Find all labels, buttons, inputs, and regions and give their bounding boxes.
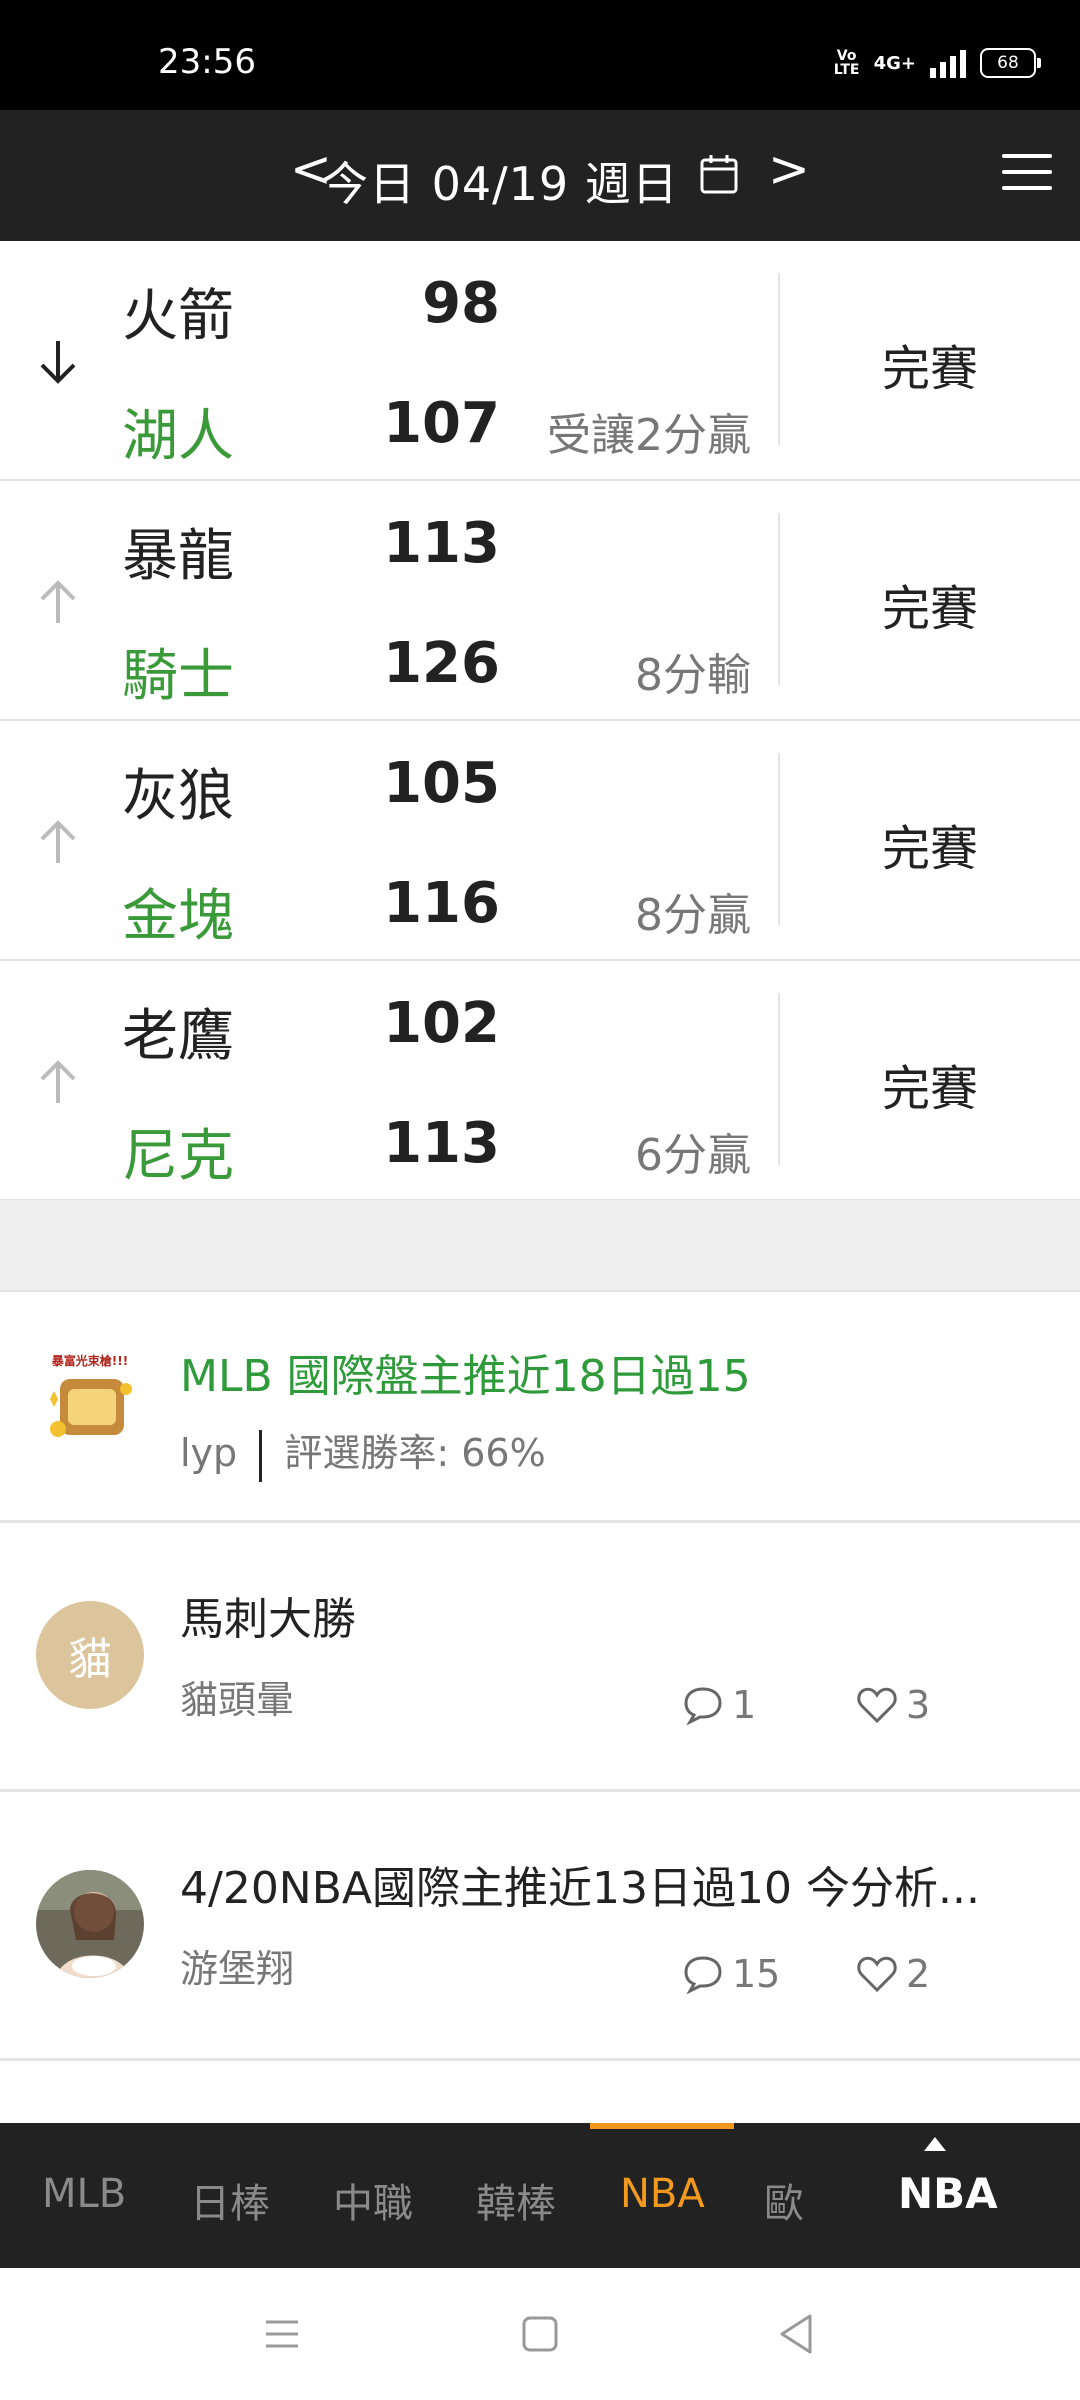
post-title[interactable]: 4/20NBA國際主推近13日過10 今分析... [180,1852,980,1916]
game-status: 完賽 [881,581,978,637]
network-type: 4G+ [873,52,916,74]
post-author: lyp [180,1431,238,1475]
bet-result: 受讓2分贏 [547,410,751,461]
avatar: 暴富光束槍!!! [40,1352,140,1452]
tab-euro[interactable]: 歐 [764,2171,804,2229]
home-score: 107 [383,391,500,456]
game-status: 完賽 [881,821,978,877]
sport-tab-bar: MLB 日棒 中職 韓棒 NBA 歐 NBA [0,2123,1080,2268]
bet-result: 8分贏 [635,890,751,941]
status-icons: Vo LTE 4G+ 68 [833,48,1041,78]
bet-result: 6分贏 [635,1130,751,1181]
next-day-button[interactable]: > [768,140,810,198]
status-time: 23:56 [158,42,256,82]
trend-arrow-up-icon [40,580,76,623]
active-tab-indicator [590,2123,734,2129]
section-gap [0,1200,1080,1292]
volte-indicator: Vo LTE [833,48,860,78]
like-count-value: 3 [906,1683,931,1727]
home-team: 尼克 [122,1124,234,1189]
away-score: 102 [383,991,500,1056]
home-team: 湖人 [122,404,234,469]
like-count-value: 2 [906,1952,931,1996]
comment-count[interactable]: 1 [682,1683,756,1727]
back-nav-icon[interactable] [776,2312,816,2356]
status-bar: 23:56 Vo LTE 4G+ 68 [0,0,1080,110]
heart-icon [857,1687,897,1724]
tab-npb[interactable]: 日棒 [190,2171,270,2229]
heart-icon [857,1956,897,1993]
game-row[interactable]: 灰狼 105 金塊 116 8分贏 完賽 [0,721,1080,962]
comment-count-value: 15 [732,1952,781,1996]
calendar-icon[interactable] [700,154,738,194]
game-status: 完賽 [881,341,978,397]
tab-mlb[interactable]: MLB [42,2171,126,2217]
post-item[interactable]: 貓 馬刺大勝 貓頭暈 1 3 [0,1523,1080,1792]
away-score: 98 [422,271,500,336]
post-item[interactable]: 暴富光束槍!!! MLB 國際盤主推近18日過15 lyp 評選勝率: 66% [0,1292,1080,1523]
menu-nav-icon[interactable] [262,2314,302,2354]
post-author-line: lyp 評選勝率: 66% [180,1422,546,1482]
home-team: 騎士 [122,644,234,709]
win-rate: 評選勝率: 66% [284,1431,546,1475]
post-title[interactable]: MLB 國際盤主推近18日過15 [180,1340,751,1404]
post-author: 游堡翔 [180,1947,295,1991]
tab-nba[interactable]: NBA [620,2171,705,2217]
date-label[interactable]: 今日 04/19 週日 [322,148,679,214]
comment-count-value: 1 [732,1683,757,1727]
away-score: 113 [383,511,500,576]
away-team: 火箭 [122,284,234,349]
away-team: 暴龍 [122,524,234,589]
signal-icon [930,48,966,78]
battery-icon: 68 [980,48,1041,78]
bet-result: 8分輸 [635,650,751,701]
home-score: 126 [383,631,500,696]
away-score: 105 [383,751,500,816]
post-title[interactable]: 馬刺大勝 [180,1583,356,1647]
trend-arrow-up-icon [40,820,76,863]
like-count[interactable]: 2 [856,1952,930,1996]
game-row[interactable]: 暴龍 113 騎士 126 8分輸 完賽 [0,481,1080,722]
home-score: 113 [383,1111,500,1176]
tab-cpbl[interactable]: 中職 [333,2171,413,2229]
avatar [36,1870,144,1978]
comment-icon [684,1956,722,1994]
trend-arrow-up-icon [40,1060,76,1103]
post-author: 貓頭暈 [180,1678,295,1722]
post-item[interactable]: 4/20NBA國際主推近13日過10 今分析... 游堡翔 15 2 [0,1792,1080,2061]
tab-kbo[interactable]: 韓棒 [476,2171,556,2229]
game-status: 完賽 [881,1061,978,1117]
comment-count[interactable]: 15 [682,1952,780,1996]
game-row[interactable]: 老鷹 102 尼克 113 6分贏 完賽 [0,961,1080,1202]
avatar-caption: 暴富光束槍!!! [51,1354,129,1368]
away-team: 灰狼 [122,764,234,829]
hamburger-menu-icon[interactable] [1002,154,1052,194]
user-photo [36,1870,144,1978]
sport-selector-button[interactable]: NBA [898,2169,998,2218]
caret-up-icon [924,2137,946,2151]
away-team: 老鷹 [122,1004,234,1069]
home-score: 116 [383,871,500,936]
battery-level: 68 [997,53,1019,73]
avatar: 貓 [36,1601,144,1709]
home-nav-icon[interactable] [520,2314,560,2354]
like-count[interactable]: 3 [856,1683,930,1727]
date-header: < 今日 04/19 週日 > [0,110,1080,241]
sticker-icon [50,1379,132,1437]
system-nav-bar [0,2268,1080,2400]
game-row[interactable]: 火箭 98 湖人 107 受讓2分贏 完賽 [0,241,1080,482]
divider [259,1429,263,1482]
trend-arrow-down-icon [40,341,76,384]
home-team: 金塊 [122,884,234,949]
comment-icon [684,1687,722,1725]
